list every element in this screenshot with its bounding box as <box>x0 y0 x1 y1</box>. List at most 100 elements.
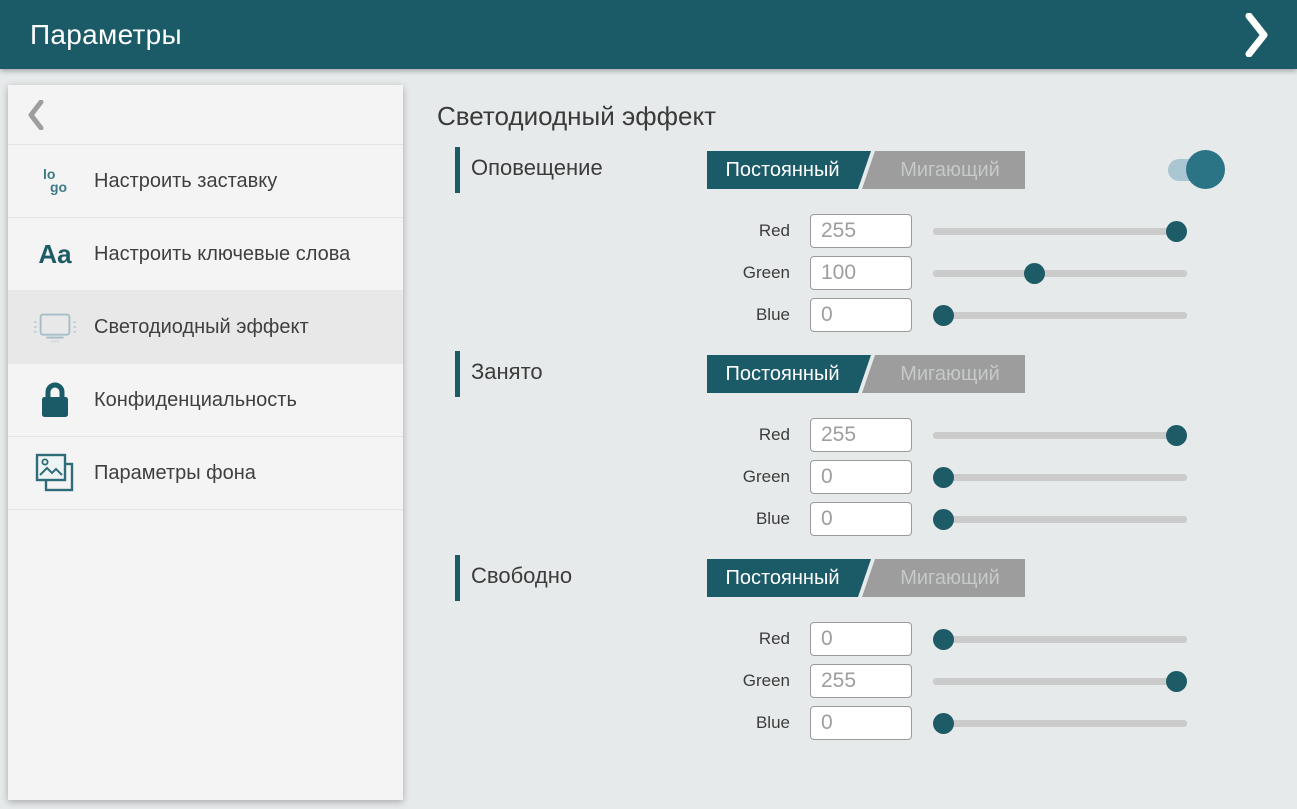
slider-thumb[interactable] <box>1166 425 1187 446</box>
mode-constant-button[interactable]: Постоянный <box>707 355 871 393</box>
red-value-input[interactable] <box>810 418 912 452</box>
red-slider[interactable] <box>933 622 1187 656</box>
mode-segmented-control: Постоянный Мигающий <box>707 559 1025 597</box>
red-value-input[interactable] <box>810 622 912 656</box>
slider-thumb[interactable] <box>1166 671 1187 692</box>
channel-row-red: Red <box>437 622 1297 656</box>
blue-value-input[interactable] <box>810 706 912 740</box>
slider-track <box>933 474 1187 481</box>
green-slider[interactable] <box>933 460 1187 494</box>
channel-row-red: Red <box>437 418 1297 452</box>
channel-row-red: Red <box>437 214 1297 248</box>
sidebar-item-label: Настроить ключевые слова <box>94 241 350 267</box>
blue-slider[interactable] <box>933 502 1187 536</box>
blue-slider[interactable] <box>933 298 1187 332</box>
blue-slider[interactable] <box>933 706 1187 740</box>
mode-blinking-button[interactable]: Мигающий <box>862 151 1025 189</box>
channel-label: Green <box>437 263 790 283</box>
background-images-icon <box>32 451 78 495</box>
blue-value-input[interactable] <box>810 298 912 332</box>
section-accent-bar <box>455 555 460 601</box>
sidebar-item-keywords[interactable]: Aa Настроить ключевые слова <box>8 218 403 291</box>
channel-label: Red <box>437 629 790 649</box>
sidebar-back-button[interactable] <box>8 85 403 145</box>
channel-label: Green <box>437 467 790 487</box>
mode-blinking-button[interactable]: Мигающий <box>862 355 1025 393</box>
channel-row-blue: Blue <box>437 298 1297 332</box>
section-busy: Занято Постоянный Мигающий <box>437 351 1297 397</box>
slider-thumb[interactable] <box>1166 221 1187 242</box>
chevron-right-icon[interactable] <box>1239 12 1275 58</box>
led-monitor-icon <box>32 308 78 346</box>
settings-sidebar: logo Настроить заставку Aa Настроить клю… <box>8 85 403 800</box>
led-effect-panel: Светодиодный эффект Оповещение Постоянны… <box>403 69 1297 809</box>
channel-label: Blue <box>437 305 790 325</box>
red-slider[interactable] <box>933 418 1187 452</box>
chevron-left-icon <box>28 100 44 130</box>
sidebar-item-led-effect[interactable]: Светодиодный эффект <box>8 291 403 364</box>
slider-thumb[interactable] <box>933 467 954 488</box>
mode-blinking-button[interactable]: Мигающий <box>862 559 1025 597</box>
channel-label: Blue <box>437 713 790 733</box>
mode-segmented-control: Постоянный Мигающий <box>707 151 1025 189</box>
slider-thumb[interactable] <box>933 713 954 734</box>
green-value-input[interactable] <box>810 256 912 290</box>
panel-title: Светодиодный эффект <box>437 101 1297 132</box>
sidebar-item-privacy[interactable]: Конфиденциальность <box>8 364 403 437</box>
section-label: Занято <box>471 359 543 385</box>
sidebar-item-label: Конфиденциальность <box>94 387 297 413</box>
green-value-input[interactable] <box>810 460 912 494</box>
blue-value-input[interactable] <box>810 502 912 536</box>
slider-thumb[interactable] <box>933 305 954 326</box>
sidebar-item-label: Светодиодный эффект <box>94 314 309 340</box>
section-free: Свободно Постоянный Мигающий <box>437 555 1297 601</box>
mode-segmented-control: Постоянный Мигающий <box>707 355 1025 393</box>
slider-track <box>933 312 1187 319</box>
channel-row-green: Green <box>437 256 1297 290</box>
mode-constant-button[interactable]: Постоянный <box>707 151 871 189</box>
green-slider[interactable] <box>933 256 1187 290</box>
channel-label: Red <box>437 221 790 241</box>
channel-row-green: Green <box>437 664 1297 698</box>
section-accent-bar <box>455 147 460 193</box>
green-slider[interactable] <box>933 664 1187 698</box>
slider-thumb[interactable] <box>1024 263 1045 284</box>
channel-row-blue: Blue <box>437 706 1297 740</box>
logo-icon: logo <box>32 168 78 194</box>
mode-constant-button[interactable]: Постоянный <box>707 559 871 597</box>
channel-label: Blue <box>437 509 790 529</box>
keywords-icon: Aa <box>32 239 78 270</box>
section-notification: Оповещение Постоянный Мигающий <box>437 147 1297 193</box>
section-label: Оповещение <box>471 155 603 181</box>
sidebar-item-background[interactable]: Параметры фона <box>8 437 403 510</box>
slider-track <box>933 432 1187 439</box>
red-slider[interactable] <box>933 214 1187 248</box>
channel-row-green: Green <box>437 460 1297 494</box>
slider-thumb[interactable] <box>933 629 954 650</box>
section-label: Свободно <box>471 563 572 589</box>
lock-icon <box>32 380 78 420</box>
green-value-input[interactable] <box>810 664 912 698</box>
toggle-knob <box>1186 150 1225 189</box>
slider-track <box>933 516 1187 523</box>
rgb-channels: Red Green Blue <box>437 622 1297 740</box>
rgb-channels: Red Green Blue <box>437 214 1297 332</box>
notification-enabled-toggle[interactable] <box>1168 150 1225 189</box>
slider-thumb[interactable] <box>933 509 954 530</box>
sidebar-item-screensaver[interactable]: logo Настроить заставку <box>8 145 403 218</box>
channel-label: Red <box>437 425 790 445</box>
channel-row-blue: Blue <box>437 502 1297 536</box>
red-value-input[interactable] <box>810 214 912 248</box>
slider-track <box>933 678 1187 685</box>
rgb-channels: Red Green Blue <box>437 418 1297 536</box>
slider-track <box>933 636 1187 643</box>
app-header: Параметры <box>0 0 1297 69</box>
section-accent-bar <box>455 351 460 397</box>
page-title: Параметры <box>30 19 182 51</box>
sidebar-item-label: Настроить заставку <box>94 168 277 194</box>
channel-label: Green <box>437 671 790 691</box>
slider-track <box>933 228 1187 235</box>
slider-track <box>933 720 1187 727</box>
sidebar-item-label: Параметры фона <box>94 460 256 486</box>
slider-track <box>933 270 1187 277</box>
